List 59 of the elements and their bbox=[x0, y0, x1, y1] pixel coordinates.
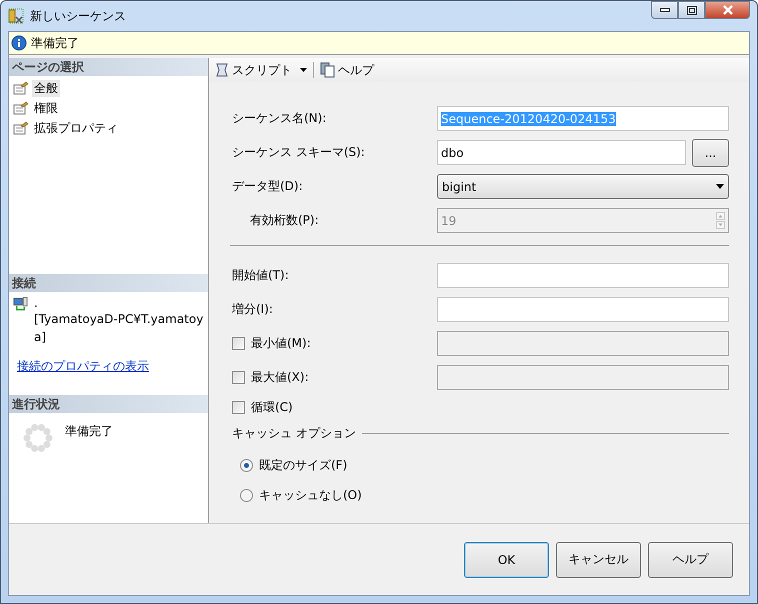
caret-icon bbox=[300, 68, 307, 72]
input-field[interactable]: dbo bbox=[437, 140, 686, 165]
maximize-icon bbox=[686, 6, 696, 14]
input-field[interactable] bbox=[437, 331, 729, 356]
window-title: 新しいシーケンス bbox=[30, 8, 127, 24]
radio-label: 既定のサイズ(F) bbox=[259, 456, 348, 474]
input-field[interactable] bbox=[437, 263, 729, 288]
dialog-button[interactable]: キャンセル bbox=[556, 542, 641, 578]
script-button[interactable]: スクリプト bbox=[212, 62, 309, 78]
section-header: 進行状況 bbox=[9, 395, 208, 413]
browse-button[interactable]: ... bbox=[692, 138, 729, 166]
dialog-button[interactable]: ヘルプ bbox=[648, 542, 733, 578]
field-label: シーケンス スキーマ(S): bbox=[232, 144, 366, 161]
field-label: 有効桁数(P): bbox=[249, 212, 320, 229]
page-item[interactable]: 権限 bbox=[32, 100, 60, 116]
document-icon bbox=[320, 62, 336, 78]
section-header: ページの選択 bbox=[9, 58, 208, 76]
help-button[interactable]: ヘルプ bbox=[318, 62, 376, 78]
checkbox-label: 最大値(X): bbox=[251, 369, 310, 386]
dropdown[interactable]: bigint bbox=[437, 174, 729, 199]
checkbox[interactable] bbox=[232, 400, 245, 414]
close-button[interactable] bbox=[705, 1, 750, 19]
section-header: 接続 bbox=[9, 274, 208, 292]
field-label: データ型(D): bbox=[232, 178, 304, 195]
radio-button[interactable] bbox=[240, 458, 253, 472]
properties-icon bbox=[13, 81, 29, 95]
spinner-icon bbox=[23, 423, 53, 453]
properties-icon bbox=[13, 101, 29, 115]
info-icon bbox=[11, 35, 27, 51]
checkbox[interactable] bbox=[232, 337, 245, 350]
server-name: . bbox=[34, 296, 39, 310]
radio-button[interactable] bbox=[240, 488, 253, 502]
sequence-icon bbox=[8, 8, 24, 24]
group-title: キャッシュ オプション bbox=[232, 425, 356, 442]
field-label: 開始値(T): bbox=[232, 267, 290, 284]
checkbox[interactable] bbox=[232, 371, 245, 384]
checkbox-label: 循環(C) bbox=[251, 398, 293, 416]
properties-icon bbox=[13, 121, 29, 135]
status-message: 準備完了 bbox=[31, 34, 79, 52]
radio-label: キャッシュなし(O) bbox=[259, 486, 362, 504]
connection-properties-link[interactable]: 接続のプロパティの表示 bbox=[17, 358, 149, 375]
field-label: 増分(I): bbox=[232, 301, 274, 318]
page-item[interactable]: 全般 bbox=[32, 80, 60, 96]
field-label: シーケンス名(N): bbox=[232, 110, 328, 127]
dialog-button[interactable]: OK bbox=[464, 542, 549, 578]
server-icon bbox=[13, 296, 28, 312]
input-field[interactable] bbox=[437, 365, 729, 390]
scroll-icon bbox=[214, 62, 230, 78]
user-name: [TyamatoyaD-PC¥T.yamatoya] bbox=[34, 311, 204, 346]
dropdown-arrow-icon bbox=[716, 184, 724, 189]
field-value: Sequence-20120420-024153 bbox=[441, 112, 616, 126]
checkbox-label: 最小値(M): bbox=[251, 335, 312, 352]
minimize-icon bbox=[660, 8, 670, 12]
input-field[interactable] bbox=[437, 297, 729, 322]
maximize-button[interactable] bbox=[678, 1, 705, 19]
minimize-button[interactable] bbox=[651, 1, 678, 19]
close-icon bbox=[722, 5, 734, 15]
page-item[interactable]: 拡張プロパティ bbox=[32, 120, 120, 136]
progress-status: 準備完了 bbox=[65, 423, 113, 440]
